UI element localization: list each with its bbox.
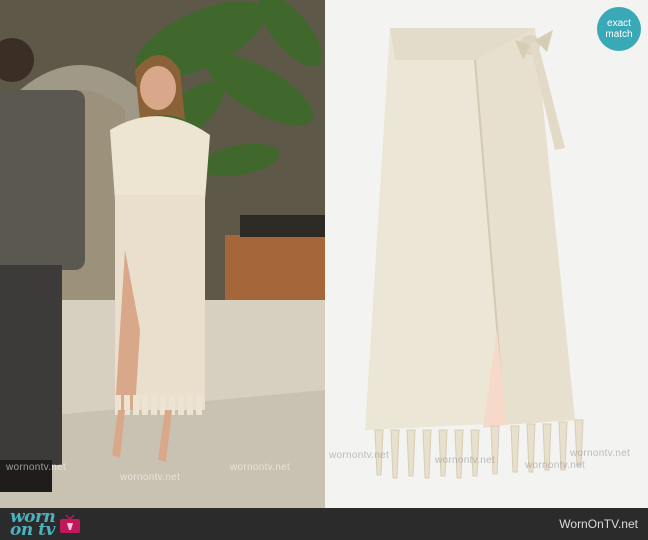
tv-icon — [60, 514, 81, 533]
watermark-text: wornontv.net — [230, 462, 291, 473]
watermark-text: wornontv.net — [6, 462, 67, 473]
site-name[interactable]: WornOnTV.net — [559, 517, 638, 531]
product-photo: wornontv.net wornontv.net wornontv.net w… — [325, 0, 648, 508]
watermark-text: wornontv.net — [525, 460, 586, 471]
actress-photo: wornontv.net wornontv.net wornontv.net — [0, 0, 325, 508]
watermark-text: wornontv.net — [435, 455, 496, 466]
watermark-text: wornontv.net — [329, 450, 390, 461]
site-logo[interactable]: worn on tv — [10, 509, 81, 540]
badge-line1: exact — [607, 18, 631, 29]
logo-wordmark: worn on tv — [10, 509, 56, 540]
wrap-skirt-image — [365, 28, 584, 479]
exact-match-badge: exact match — [597, 7, 641, 51]
watermark-text: wornontv.net — [570, 448, 631, 459]
badge-line2: match — [605, 29, 633, 40]
footer-bar: worn on tv WornOnTV.net — [0, 508, 648, 540]
watermark-text: wornontv.net — [120, 472, 181, 483]
actress-scene — [0, 0, 325, 508]
logo-line2: on tv — [10, 520, 55, 540]
